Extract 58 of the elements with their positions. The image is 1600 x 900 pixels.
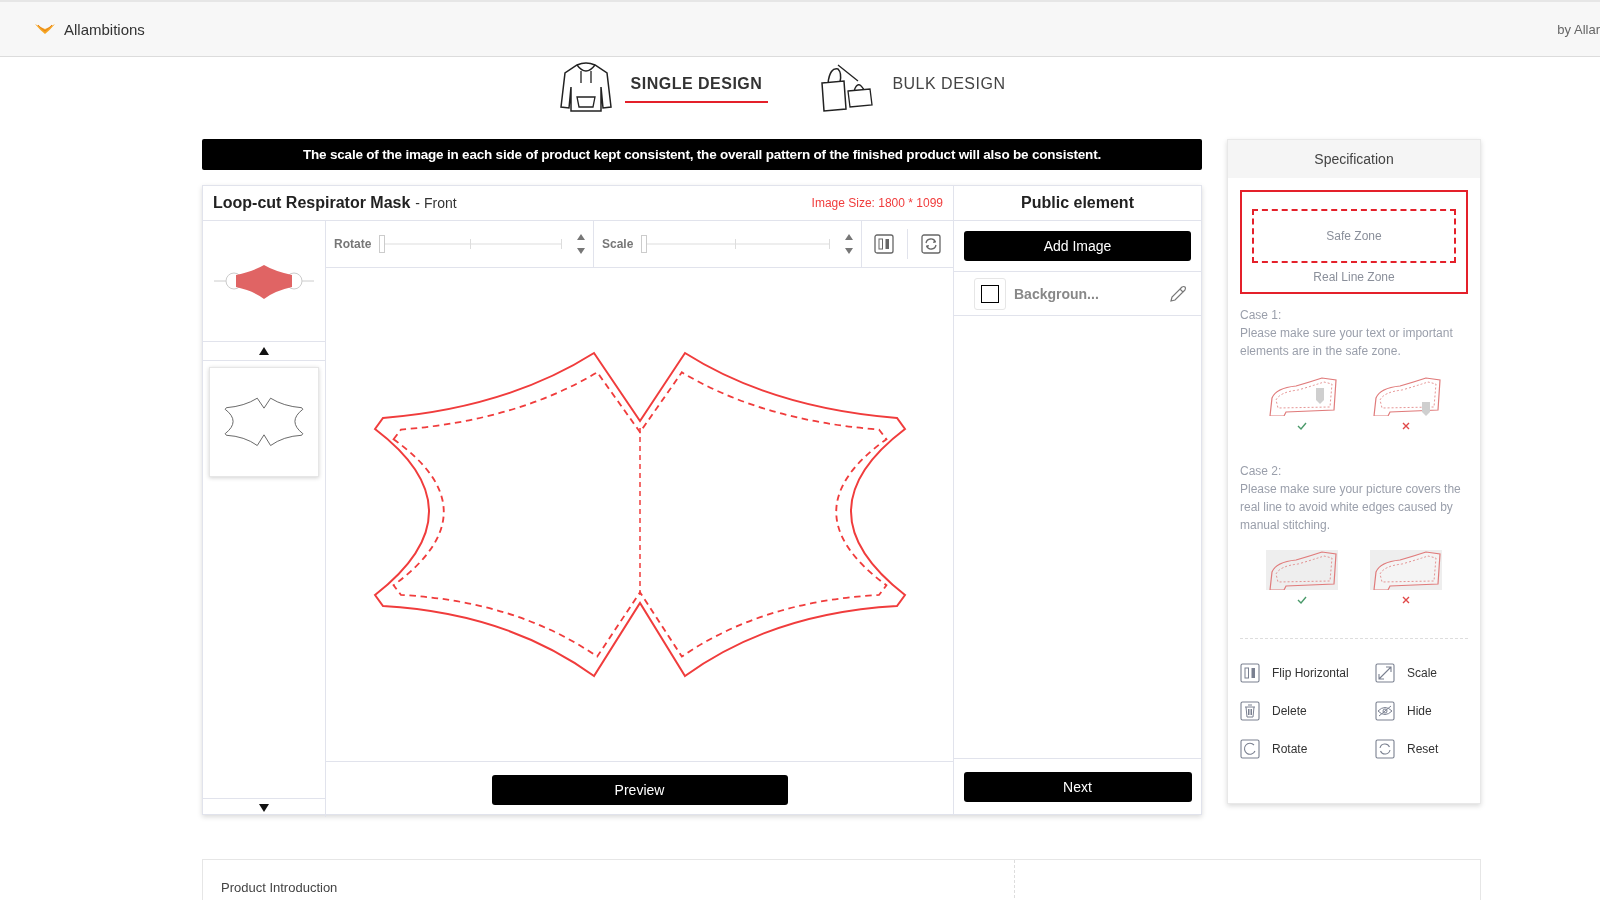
down-arrow-icon[interactable] xyxy=(259,804,269,812)
shoe-drawing xyxy=(1266,550,1338,590)
brand-name[interactable]: Allambitions xyxy=(64,20,145,38)
reset-icon xyxy=(1375,739,1395,759)
tool-label: Delete xyxy=(1272,704,1307,718)
cross-icon xyxy=(1402,422,1410,430)
real-line-zone-label: Real Line Zone xyxy=(1313,270,1395,284)
slider-handle[interactable] xyxy=(379,235,386,253)
case-title: Case 2: xyxy=(1240,463,1283,480)
check-icon xyxy=(1297,596,1307,604)
slider-handle[interactable] xyxy=(641,235,648,253)
tool-label: Flip Horizontal xyxy=(1272,666,1349,680)
mask-pattern-thumbnail-icon xyxy=(224,397,304,447)
layer-item[interactable]: Backgroun... xyxy=(954,272,1201,316)
stepper-icon[interactable] xyxy=(577,234,585,254)
side-label: - Front xyxy=(415,195,457,211)
rotate-icon xyxy=(1240,739,1260,759)
preview-button[interactable]: Preview xyxy=(491,774,788,805)
reset-icon[interactable] xyxy=(920,234,941,254)
case-title: Case 1: xyxy=(1240,307,1283,324)
product-title: Loop-cut Respirator Mask xyxy=(213,194,411,212)
delete-icon xyxy=(1240,701,1260,721)
cross-icon xyxy=(1402,596,1410,604)
up-arrow-icon[interactable] xyxy=(259,347,269,355)
case-description: Please make sure your text or important elements are in the safe zone. xyxy=(1240,325,1454,360)
notice-banner: The scale of the image in each side of product kept consistent, the overall pattern of the finished product will also be consistent. xyxy=(202,139,1202,170)
check-icon xyxy=(1297,422,1307,430)
layer-name: Backgroun... xyxy=(1014,285,1100,302)
panel-title: Public element xyxy=(954,186,1201,221)
tool-label: Scale xyxy=(1407,666,1438,680)
safe-zone-label: Safe Zone xyxy=(1326,229,1382,243)
slider-track[interactable] xyxy=(379,235,561,253)
byline: by Allar xyxy=(1557,21,1600,37)
flip-icon[interactable] xyxy=(874,234,895,254)
image-size-label: Image Size: 1800 * 1099 xyxy=(811,196,943,210)
shoe-drawing xyxy=(1370,376,1442,416)
slider-label: Rotate xyxy=(334,237,372,251)
hide-icon xyxy=(1375,701,1395,721)
flip-icon xyxy=(1240,663,1260,683)
tool-label: Hide xyxy=(1407,704,1432,718)
thumbnail[interactable] xyxy=(209,367,319,477)
scale-icon xyxy=(1375,663,1395,683)
slider-track[interactable] xyxy=(641,235,829,253)
tool-label: Rotate xyxy=(1272,742,1308,756)
slider-label: Scale xyxy=(602,237,634,251)
case-description: Please make sure your picture covers the real line to avoid white edges caused by manual stitching. xyxy=(1240,481,1462,534)
design-tab[interactable]: BULK DESIGN xyxy=(886,63,1012,103)
section-title: Product Introduction xyxy=(221,880,338,895)
stepper-icon[interactable] xyxy=(845,234,853,254)
next-button[interactable]: Next xyxy=(963,771,1192,802)
specification-title: Specification xyxy=(1228,140,1480,178)
shoe-drawing xyxy=(1266,376,1338,416)
tool-label: Reset xyxy=(1407,742,1439,756)
hoodie-drawing xyxy=(558,61,613,113)
design-tab[interactable]: SINGLE DESIGN xyxy=(624,63,769,103)
shoe-drawing xyxy=(1370,550,1442,590)
color-swatch[interactable] xyxy=(981,284,999,303)
add-image-button[interactable]: Add Image xyxy=(964,231,1191,261)
